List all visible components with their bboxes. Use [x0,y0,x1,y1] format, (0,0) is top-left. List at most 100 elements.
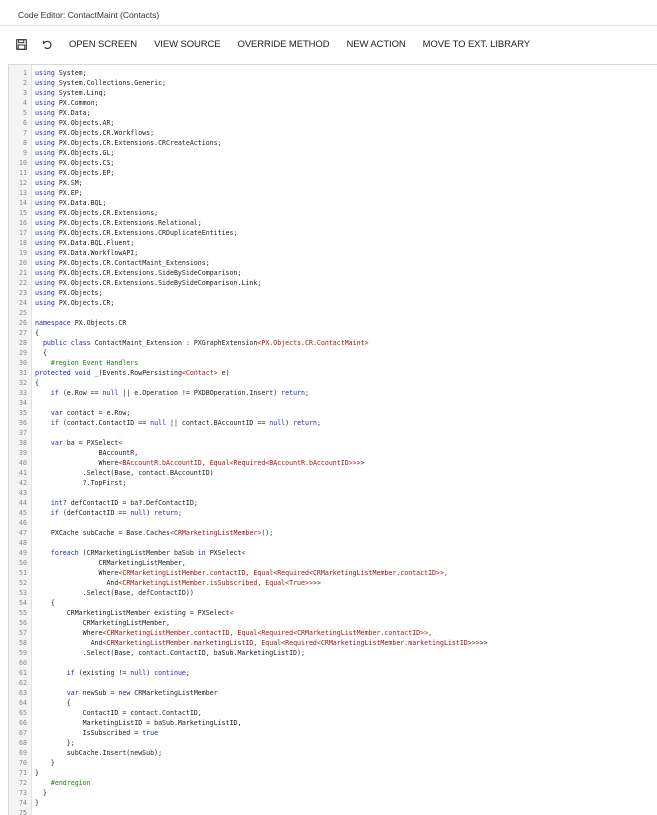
code-line[interactable]: 57 Where<CRMarketingListMember.contactID… [9,628,657,638]
code-line[interactable]: 8 using PX.Objects.CR.Extensions.CRCreate… [9,138,657,148]
code-text[interactable]: namespace PX.Objects.CR [27,318,126,328]
code-text[interactable]: using PX.Data; [27,108,91,118]
code-line[interactable]: 33 if (e.Row == null || e.Operation != P… [9,388,657,398]
code-text[interactable]: using PX.Objects.GL; [27,148,114,158]
code-line[interactable]: 52 And<CRMarketingListMember.isSubscribe… [9,578,657,588]
code-line[interactable]: 47 PXCache subCache = Base.Caches<CRMark… [9,528,657,538]
code-line[interactable]: 58 And<CRMarketingListMember.marketingLi… [9,638,657,648]
code-line[interactable]: 73 } [9,788,657,798]
code-line[interactable]: 36 if (contact.ContactID == null || cont… [9,418,657,428]
code-line[interactable]: 71} [9,768,657,778]
code-text[interactable]: { [27,378,39,388]
code-text[interactable]: using PX.SM; [27,178,83,188]
code-text[interactable]: using PX.Objects.CR; [27,298,114,308]
code-line[interactable]: 21 using PX.Objects.CR.Extensions.SideByS… [9,268,657,278]
code-line[interactable]: 42 ?.TopFirst; [9,478,657,488]
code-text[interactable]: foreach (CRMarketingListMember baSub in … [27,548,246,558]
code-text[interactable]: { [27,698,71,708]
code-line[interactable]: 55 CRMarketingListMember existing = PXSe… [9,608,657,618]
code-line[interactable]: 74} [9,798,657,808]
code-text[interactable] [27,398,35,408]
save-icon[interactable] [14,37,28,51]
code-line[interactable]: 61 if (existing != null) continue; [9,668,657,678]
code-line[interactable]: 12 using PX.SM; [9,178,657,188]
code-text[interactable]: { [27,348,47,358]
code-text[interactable]: using PX.Data.WorkflowAPI; [27,248,138,258]
code-line[interactable]: 7 using PX.Objects.CR.Workflows; [9,128,657,138]
code-line[interactable]: 43 [9,488,657,498]
code-text[interactable]: using PX.Objects.CS; [27,158,114,168]
code-line[interactable]: 66 MarketingListID = baSub.MarketingList… [9,718,657,728]
code-line[interactable]: 70 } [9,758,657,768]
code-text[interactable] [27,488,35,498]
code-line[interactable]: 10 using PX.Objects.CS; [9,158,657,168]
code-text[interactable]: using PX.Objects.CR.Workflows; [27,128,154,138]
code-line[interactable]: 5 using PX.Data; [9,108,657,118]
code-line[interactable]: 49 foreach (CRMarketingListMember baSub … [9,548,657,558]
code-line[interactable]: 34 [9,398,657,408]
code-text[interactable]: if (e.Row == null || e.Operation != PXDB… [27,388,309,398]
code-area[interactable]: 1 using System; 2 using System.Collections.… [9,68,657,815]
code-text[interactable]: using PX.EP; [27,188,83,198]
code-text[interactable]: Where<CRMarketingListMember.contactID, E… [27,568,448,578]
code-text[interactable]: }; [27,738,75,748]
code-text[interactable]: #region Event Handlers [27,358,138,368]
code-text[interactable] [27,808,35,815]
code-line[interactable]: 50 CRMarketingListMember, [9,558,657,568]
code-line[interactable]: 9 using PX.Objects.GL; [9,148,657,158]
code-text[interactable] [27,538,35,548]
code-line[interactable]: 20 using PX.Objects.CR.ContactMaint_Exten… [9,258,657,268]
code-line[interactable]: 63 var newSub = new CRMarketingListMembe… [9,688,657,698]
code-line[interactable]: 6 using PX.Objects.AR; [9,118,657,128]
undo-icon[interactable] [40,37,54,51]
code-line[interactable]: 44 int? defContactID = ba?.DefContactID; [9,498,657,508]
code-text[interactable]: if (contact.ContactID == null || contact… [27,418,321,428]
code-line[interactable]: 15 using PX.Objects.CR.Extensions; [9,208,657,218]
code-line[interactable]: 4 using PX.Common; [9,98,657,108]
code-text[interactable]: using PX.Objects.CR.Extensions.Relationa… [27,218,202,228]
code-text[interactable]: PXCache subCache = Base.Caches<CRMarketi… [27,528,273,538]
code-text[interactable]: ?.TopFirst; [27,478,127,488]
code-line[interactable]: 37 [9,428,657,438]
code-line[interactable]: 69 subCache.Insert(newSub); [9,748,657,758]
code-text[interactable]: } [27,788,47,798]
code-text[interactable]: using System.Linq; [27,88,106,98]
code-line[interactable]: 54 { [9,598,657,608]
code-line[interactable]: 23 using PX.Objects; [9,288,657,298]
code-line[interactable]: 62 [9,678,657,688]
code-text[interactable]: BAccountR, [27,448,139,458]
override-method-button[interactable]: OVERRIDE METHOD [238,39,330,50]
code-editor[interactable]: 1 using System; 2 using System.Collections.… [8,64,657,815]
code-line[interactable]: 59 .Select(Base, contact.ContactID, baSu… [9,648,657,658]
code-line[interactable]: 75 [9,808,657,815]
code-line[interactable]: 68 }; [9,738,657,748]
code-line[interactable]: 14 using PX.Data.BQL; [9,198,657,208]
code-line[interactable]: 2 using System.Collections.Generic; [9,78,657,88]
code-text[interactable]: Where<CRMarketingListMember.contactID, E… [27,628,432,638]
code-text[interactable]: IsSubscribed = true [27,728,158,738]
code-text[interactable]: using PX.Objects.AR; [27,118,114,128]
code-text[interactable]: } [27,758,55,768]
code-text[interactable]: CRMarketingListMember existing = PXSelec… [27,608,234,618]
code-line[interactable]: 24 using PX.Objects.CR; [9,298,657,308]
code-text[interactable]: #endregion [27,778,91,788]
code-text[interactable] [27,518,35,528]
code-line[interactable]: 29 { [9,348,657,358]
code-line[interactable]: 48 [9,538,657,548]
code-text[interactable]: using PX.Objects.CR.Extensions.CRDuplica… [27,228,237,238]
code-line[interactable]: 56 CRMarketingListMember, [9,618,657,628]
code-line[interactable]: 67 IsSubscribed = true [9,728,657,738]
code-line[interactable]: 38 var ba = PXSelect< [9,438,657,448]
code-line[interactable]: 53 .Select(Base, defContactID)) [9,588,657,598]
code-line[interactable]: 16 using PX.Objects.CR.Extensions.Relatio… [9,218,657,228]
code-text[interactable]: using PX.Objects.CR.Extensions.SideBySid… [27,268,241,278]
code-text[interactable]: var contact = e.Row; [27,408,130,418]
code-text[interactable]: int? defContactID = ba?.DefContactID; [27,498,198,508]
code-line[interactable]: 41 .Select(Base, contact.BAccountID) [9,468,657,478]
code-line[interactable]: 3 using System.Linq; [9,88,657,98]
code-line[interactable]: 64 { [9,698,657,708]
code-text[interactable]: .Select(Base, defContactID)) [27,588,194,598]
code-line[interactable]: 18 using PX.Data.BQL.Fluent; [9,238,657,248]
code-line[interactable]: 72 #endregion [9,778,657,788]
code-text[interactable]: } [27,798,39,808]
